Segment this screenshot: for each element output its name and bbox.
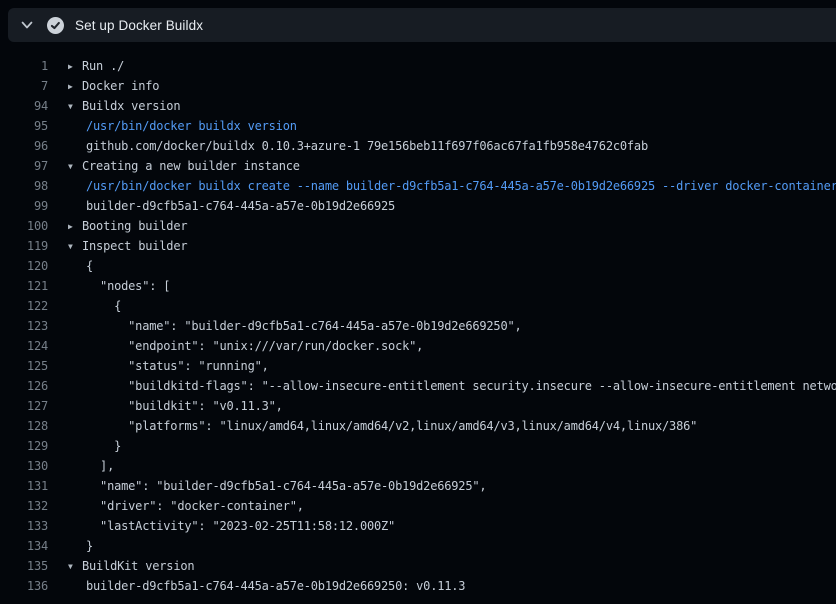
log-row: 136 builder-d9cfb5a1-c764-445a-a57e-0b19d…: [0, 576, 836, 596]
line-number[interactable]: 135: [0, 556, 48, 576]
log-group-row[interactable]: 7 ▶Docker info: [0, 76, 836, 96]
log-group-row[interactable]: 100 ▶Booting builder: [0, 216, 836, 236]
output-text: "lastActivity": "2023-02-25T11:58:12.000…: [68, 516, 395, 536]
log-row: 130 ],: [0, 456, 836, 476]
log-row: 125 "status": "running",: [0, 356, 836, 376]
log-row: 126 "buildkitd-flags": "--allow-insecure…: [0, 376, 836, 396]
log-row: 121 "nodes": [: [0, 276, 836, 296]
group-expanded-icon[interactable]: ▼: [68, 97, 82, 117]
line-number[interactable]: 134: [0, 536, 48, 556]
line-number[interactable]: 128: [0, 416, 48, 436]
line-number[interactable]: 94: [0, 96, 48, 116]
log-row: 123 "name": "builder-d9cfb5a1-c764-445a-…: [0, 316, 836, 336]
log-row: 133 "lastActivity": "2023-02-25T11:58:12…: [0, 516, 836, 536]
command-text: /usr/bin/docker buildx create --name bui…: [68, 176, 836, 196]
output-text: builder-d9cfb5a1-c764-445a-a57e-0b19d2e6…: [68, 196, 395, 216]
line-number[interactable]: 100: [0, 216, 48, 236]
line-number[interactable]: 120: [0, 256, 48, 276]
log-row: 127 "buildkit": "v0.11.3",: [0, 396, 836, 416]
output-text: "name": "builder-d9cfb5a1-c764-445a-a57e…: [68, 476, 486, 496]
line-number[interactable]: 125: [0, 356, 48, 376]
group-collapsed-icon[interactable]: ▶: [68, 217, 82, 237]
line-number[interactable]: 127: [0, 396, 48, 416]
output-text: "endpoint": "unix:///var/run/docker.sock…: [68, 336, 423, 356]
line-number[interactable]: 99: [0, 196, 48, 216]
log-row: 131 "name": "builder-d9cfb5a1-c764-445a-…: [0, 476, 836, 496]
line-number[interactable]: 126: [0, 376, 48, 396]
log-row: 128 "platforms": "linux/amd64,linux/amd6…: [0, 416, 836, 436]
line-number[interactable]: 96: [0, 136, 48, 156]
log-row: 96 github.com/docker/buildx 0.10.3+azure-…: [0, 136, 836, 156]
log-group-row[interactable]: 94 ▼Buildx version: [0, 96, 836, 116]
line-number[interactable]: 136: [0, 576, 48, 596]
output-text: "driver": "docker-container",: [68, 496, 304, 516]
log-lines: 1▶Run ./7▶Docker info94▼Buildx version95…: [0, 42, 836, 604]
line-number[interactable]: 97: [0, 156, 48, 176]
group-expanded-icon[interactable]: ▼: [68, 557, 82, 577]
log-row: 134}: [0, 536, 836, 556]
log-group-row[interactable]: 97 ▼Creating a new builder instance: [0, 156, 836, 176]
log-row: 132 "driver": "docker-container",: [0, 496, 836, 516]
log-row: 98/usr/bin/docker buildx create --name b…: [0, 176, 836, 196]
log-row: 129 }: [0, 436, 836, 456]
line-number[interactable]: 1: [0, 56, 48, 76]
output-text: {: [68, 296, 121, 316]
output-text: "name": "builder-d9cfb5a1-c764-445a-a57e…: [68, 316, 522, 336]
log-row: 120 {: [0, 256, 836, 276]
line-number[interactable]: 132: [0, 496, 48, 516]
output-text: }: [68, 436, 121, 456]
step-header-bar[interactable]: Set up Docker Buildx: [8, 8, 836, 42]
line-number[interactable]: 119: [0, 236, 48, 256]
check-circle-icon: [46, 16, 64, 34]
log-row: 95/usr/bin/docker buildx version: [0, 116, 836, 136]
group-expanded-icon[interactable]: ▼: [68, 157, 82, 177]
group-collapsed-icon[interactable]: ▶: [68, 77, 82, 97]
group-expanded-icon[interactable]: ▼: [68, 237, 82, 257]
log-group-row[interactable]: 1 ▶Run ./: [0, 56, 836, 76]
log-row: 99 builder-d9cfb5a1-c764-445a-a57e-0b19d2…: [0, 196, 836, 216]
output-text: github.com/docker/buildx 0.10.3+azure-1 …: [68, 136, 648, 156]
actions-log-page: { "header": { "title": "Set up Docker Bu…: [0, 0, 836, 604]
line-number[interactable]: 95: [0, 116, 48, 136]
step-title: Set up Docker Buildx: [75, 18, 203, 33]
line-number[interactable]: 98: [0, 176, 48, 196]
group-title: Creating a new builder instance: [82, 159, 300, 173]
log-group-row[interactable]: 135 ▼BuildKit version: [0, 556, 836, 576]
output-text: "buildkit": "v0.11.3",: [68, 396, 283, 416]
output-text: ],: [68, 456, 114, 476]
group-title: Inspect builder: [82, 239, 187, 253]
output-text: "status": "running",: [68, 356, 269, 376]
group-title: Docker info: [82, 79, 159, 93]
group-title: Run ./: [82, 59, 124, 73]
line-number[interactable]: 122: [0, 296, 48, 316]
group-title: BuildKit version: [82, 559, 194, 573]
output-text: {: [68, 256, 93, 276]
line-number[interactable]: 133: [0, 516, 48, 536]
line-number[interactable]: 130: [0, 456, 48, 476]
chevron-down-icon[interactable]: [19, 17, 35, 33]
group-collapsed-icon[interactable]: ▶: [68, 57, 82, 77]
line-number[interactable]: 121: [0, 276, 48, 296]
line-number[interactable]: 131: [0, 476, 48, 496]
line-number[interactable]: 129: [0, 436, 48, 456]
output-text: builder-d9cfb5a1-c764-445a-a57e-0b19d2e6…: [68, 576, 465, 596]
line-number[interactable]: 123: [0, 316, 48, 336]
output-text: "platforms": "linux/amd64,linux/amd64/v2…: [68, 416, 697, 436]
group-title: Booting builder: [82, 219, 187, 233]
log-row: 124 "endpoint": "unix:///var/run/docker.…: [0, 336, 836, 356]
command-text: /usr/bin/docker buildx version: [68, 116, 297, 136]
output-text: "nodes": [: [68, 276, 170, 296]
output-text: "buildkitd-flags": "--allow-insecure-ent…: [68, 376, 836, 396]
line-number[interactable]: 7: [0, 76, 48, 96]
line-number[interactable]: 124: [0, 336, 48, 356]
log-group-row[interactable]: 119 ▼Inspect builder: [0, 236, 836, 256]
log-row: 122 {: [0, 296, 836, 316]
output-text: }: [68, 536, 93, 556]
group-title: Buildx version: [82, 99, 180, 113]
